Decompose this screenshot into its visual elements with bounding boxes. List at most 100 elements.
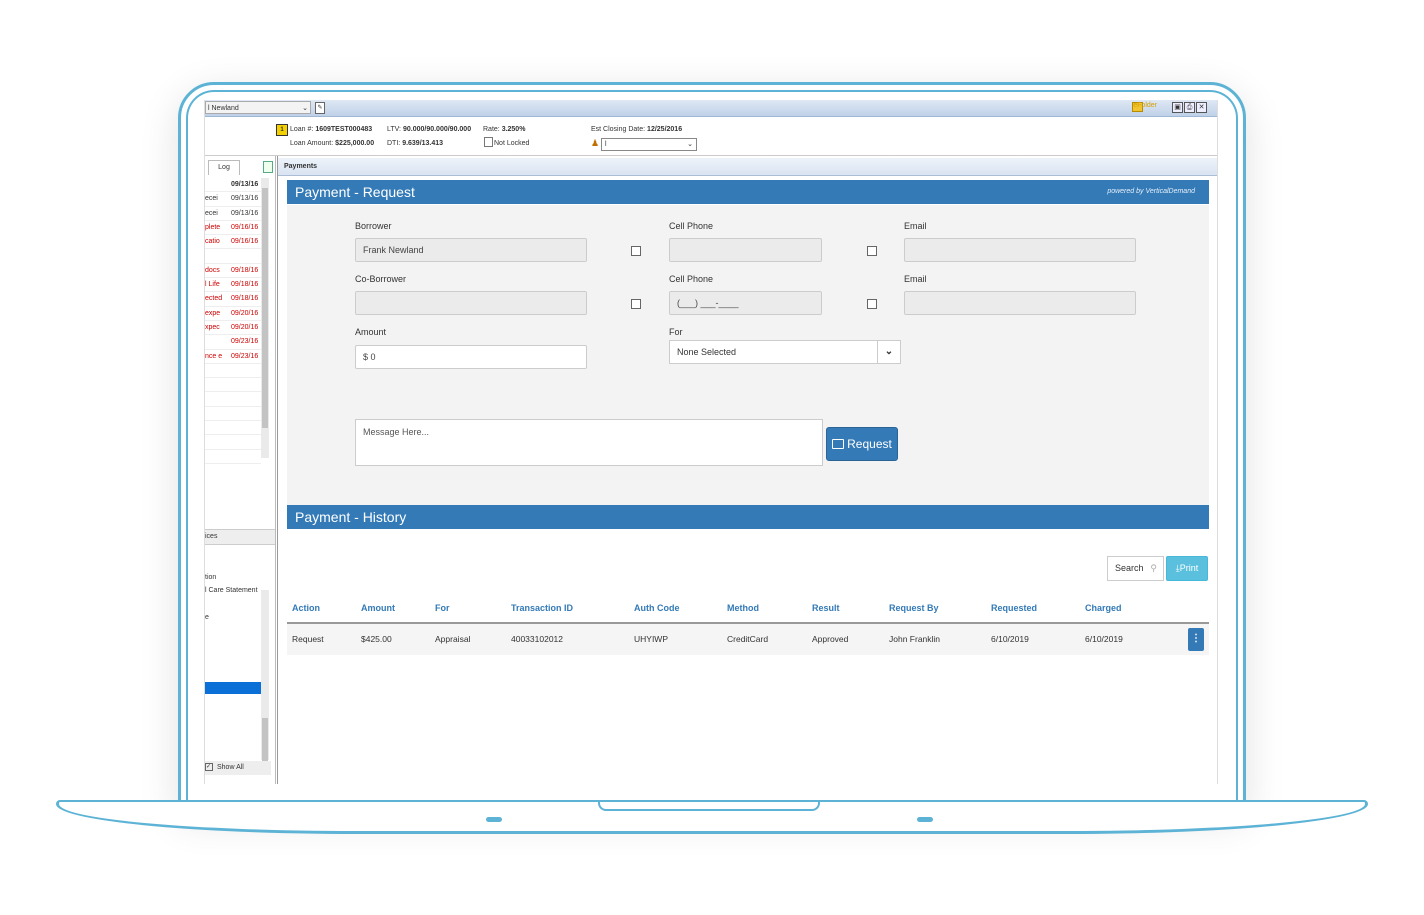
column-header-auth-code[interactable]: Auth Code: [634, 594, 680, 622]
log-list: 09/13/16 ecei 09/13/16 ecei 09/13/16 plete 09/…: [205, 178, 261, 464]
coborrower-input[interactable]: [355, 291, 587, 315]
request-button-label: Request: [847, 437, 892, 451]
table-row[interactable]: Request $425.00 Appraisal 40033102012 UHYIWP…: [287, 624, 1209, 655]
column-header-amount[interactable]: Amount: [361, 594, 395, 622]
chevron-down-icon: ⌄: [687, 141, 693, 148]
message-textarea[interactable]: Message Here...: [355, 419, 823, 466]
log-row[interactable]: l Life 09/18/16: [205, 278, 261, 293]
table-cell: 6/10/2019: [1085, 634, 1123, 644]
log-row-date: 09/23/16: [231, 338, 259, 346]
column-header-transaction-id[interactable]: Transaction ID: [511, 594, 573, 622]
log-row[interactable]: [205, 249, 261, 264]
table-cell: Request: [292, 634, 324, 644]
search-label: Search: [1115, 563, 1144, 573]
cell-phone-label-2: Cell Phone: [669, 274, 714, 284]
print-icon[interactable]: ⎙: [1184, 102, 1195, 113]
log-row[interactable]: [205, 421, 261, 436]
laptop-foot-right: [917, 817, 933, 822]
table-cell: Appraisal: [435, 634, 471, 644]
log-row-date: 09/13/16: [231, 209, 259, 217]
tab-payments[interactable]: Payments: [278, 158, 1217, 176]
column-header-charged[interactable]: Charged: [1085, 594, 1122, 622]
borrower-input[interactable]: Frank Newland: [355, 238, 587, 262]
borrower-email-input[interactable]: [904, 238, 1136, 262]
service-item[interactable]: tion: [205, 574, 216, 581]
log-row[interactable]: 09/23/16: [205, 335, 261, 350]
log-row-title: catio: [205, 238, 220, 246]
for-select[interactable]: None Selected ⌄: [669, 340, 901, 364]
chevron-down-icon[interactable]: ⌄: [877, 341, 900, 363]
borrower-email-checkbox[interactable]: [867, 246, 877, 256]
save-icon[interactable]: ▣: [1172, 102, 1183, 113]
log-row[interactable]: [205, 392, 261, 407]
coborrower-sms-checkbox[interactable]: [631, 299, 641, 309]
log-row[interactable]: ecei 09/13/16: [205, 207, 261, 221]
lock-status: Not Locked: [494, 140, 530, 147]
log-row[interactable]: catio 09/16/16: [205, 235, 261, 250]
borrower-sms-checkbox[interactable]: [631, 246, 641, 256]
column-header-method[interactable]: Method: [727, 594, 759, 622]
log-row[interactable]: 09/13/16: [205, 178, 261, 193]
borrower-cell-phone-input[interactable]: [669, 238, 822, 262]
log-row-date: 09/20/16: [231, 323, 259, 331]
log-row[interactable]: docs 09/18/16: [205, 264, 261, 279]
column-header-requested[interactable]: Requested: [991, 594, 1037, 622]
show-all-checkbox[interactable]: ✓: [205, 763, 213, 772]
request-button[interactable]: Request: [826, 427, 898, 461]
new-document-icon[interactable]: [263, 161, 273, 173]
log-row-title: ecei: [205, 209, 218, 217]
column-header-for[interactable]: For: [435, 594, 450, 622]
column-header-result[interactable]: Result: [812, 594, 840, 622]
log-row[interactable]: [205, 364, 261, 379]
table-cell: 40033102012: [511, 634, 564, 644]
log-row[interactable]: [205, 407, 261, 422]
est-closing-date: Est Closing Date: 12/25/2016: [591, 126, 683, 133]
coborrower-email-checkbox[interactable]: [867, 299, 877, 309]
services-scrollbar[interactable]: [261, 590, 269, 768]
show-all-label: Show All: [217, 764, 244, 771]
search-input[interactable]: Search ⚲: [1107, 556, 1164, 581]
log-scrollbar-thumb[interactable]: [262, 188, 268, 428]
log-row[interactable]: nce e 09/23/16: [205, 350, 261, 364]
log-row[interactable]: plete 09/16/16: [205, 221, 261, 236]
log-row-date: 09/20/16: [231, 309, 259, 317]
table-cell: John Franklin: [889, 634, 941, 644]
coborrower-cell-phone-input[interactable]: (___) ___-____: [669, 291, 822, 315]
log-row[interactable]: [205, 435, 261, 450]
log-row[interactable]: ecei 09/13/16: [205, 192, 261, 207]
lock-icon: [484, 137, 493, 147]
loan-amount: Loan Amount: $225,000.00: [290, 140, 375, 147]
service-item[interactable]: e: [205, 614, 209, 621]
close-icon[interactable]: ✕: [1196, 102, 1207, 113]
borrower-select[interactable]: l Newland ⌄: [205, 101, 311, 114]
powered-by: powered by VerticalDemand: [1107, 188, 1195, 195]
tab-log[interactable]: Log: [208, 160, 240, 175]
column-header-action[interactable]: Action: [292, 594, 320, 622]
payment-history-title: Payment - History: [295, 509, 407, 525]
service-item[interactable]: l Care Statement: [205, 587, 258, 594]
service-item-selected[interactable]: [205, 682, 261, 694]
coborrower-email-input[interactable]: [904, 291, 1136, 315]
log-row-date: 09/16/16: [231, 238, 259, 246]
log-row[interactable]: [205, 378, 261, 393]
print-button-label: Print: [1179, 563, 1199, 573]
edit-icon[interactable]: ✎: [315, 102, 325, 114]
efolder-link[interactable]: eFolder: [1133, 102, 1157, 109]
column-header-request-by[interactable]: Request By: [889, 594, 939, 622]
log-row-date: 09/23/16: [231, 352, 259, 360]
log-row[interactable]: ected 09/18/16: [205, 292, 261, 307]
laptop-foot-left: [486, 817, 502, 822]
chevron-down-icon: ⌄: [302, 105, 308, 112]
log-row[interactable]: expe 09/20/16: [205, 307, 261, 321]
show-all-toggle[interactable]: ✓ Show All: [205, 761, 271, 775]
kebab-menu-icon[interactable]: ⋮: [1188, 628, 1204, 651]
for-select-value: None Selected: [677, 347, 737, 357]
log-row-date: 09/18/16: [231, 295, 259, 303]
print-button[interactable]: ⤓Print: [1166, 556, 1208, 581]
loan-info-header: 1 Loan #: 1609TEST000483 Loan Amount: $2…: [205, 117, 1217, 156]
log-scrollbar[interactable]: [261, 178, 269, 458]
user-select[interactable]: l ⌄: [601, 138, 697, 151]
log-row[interactable]: xpec 09/20/16: [205, 321, 261, 336]
log-row[interactable]: [205, 450, 261, 464]
amount-input[interactable]: $ 0: [355, 345, 587, 369]
